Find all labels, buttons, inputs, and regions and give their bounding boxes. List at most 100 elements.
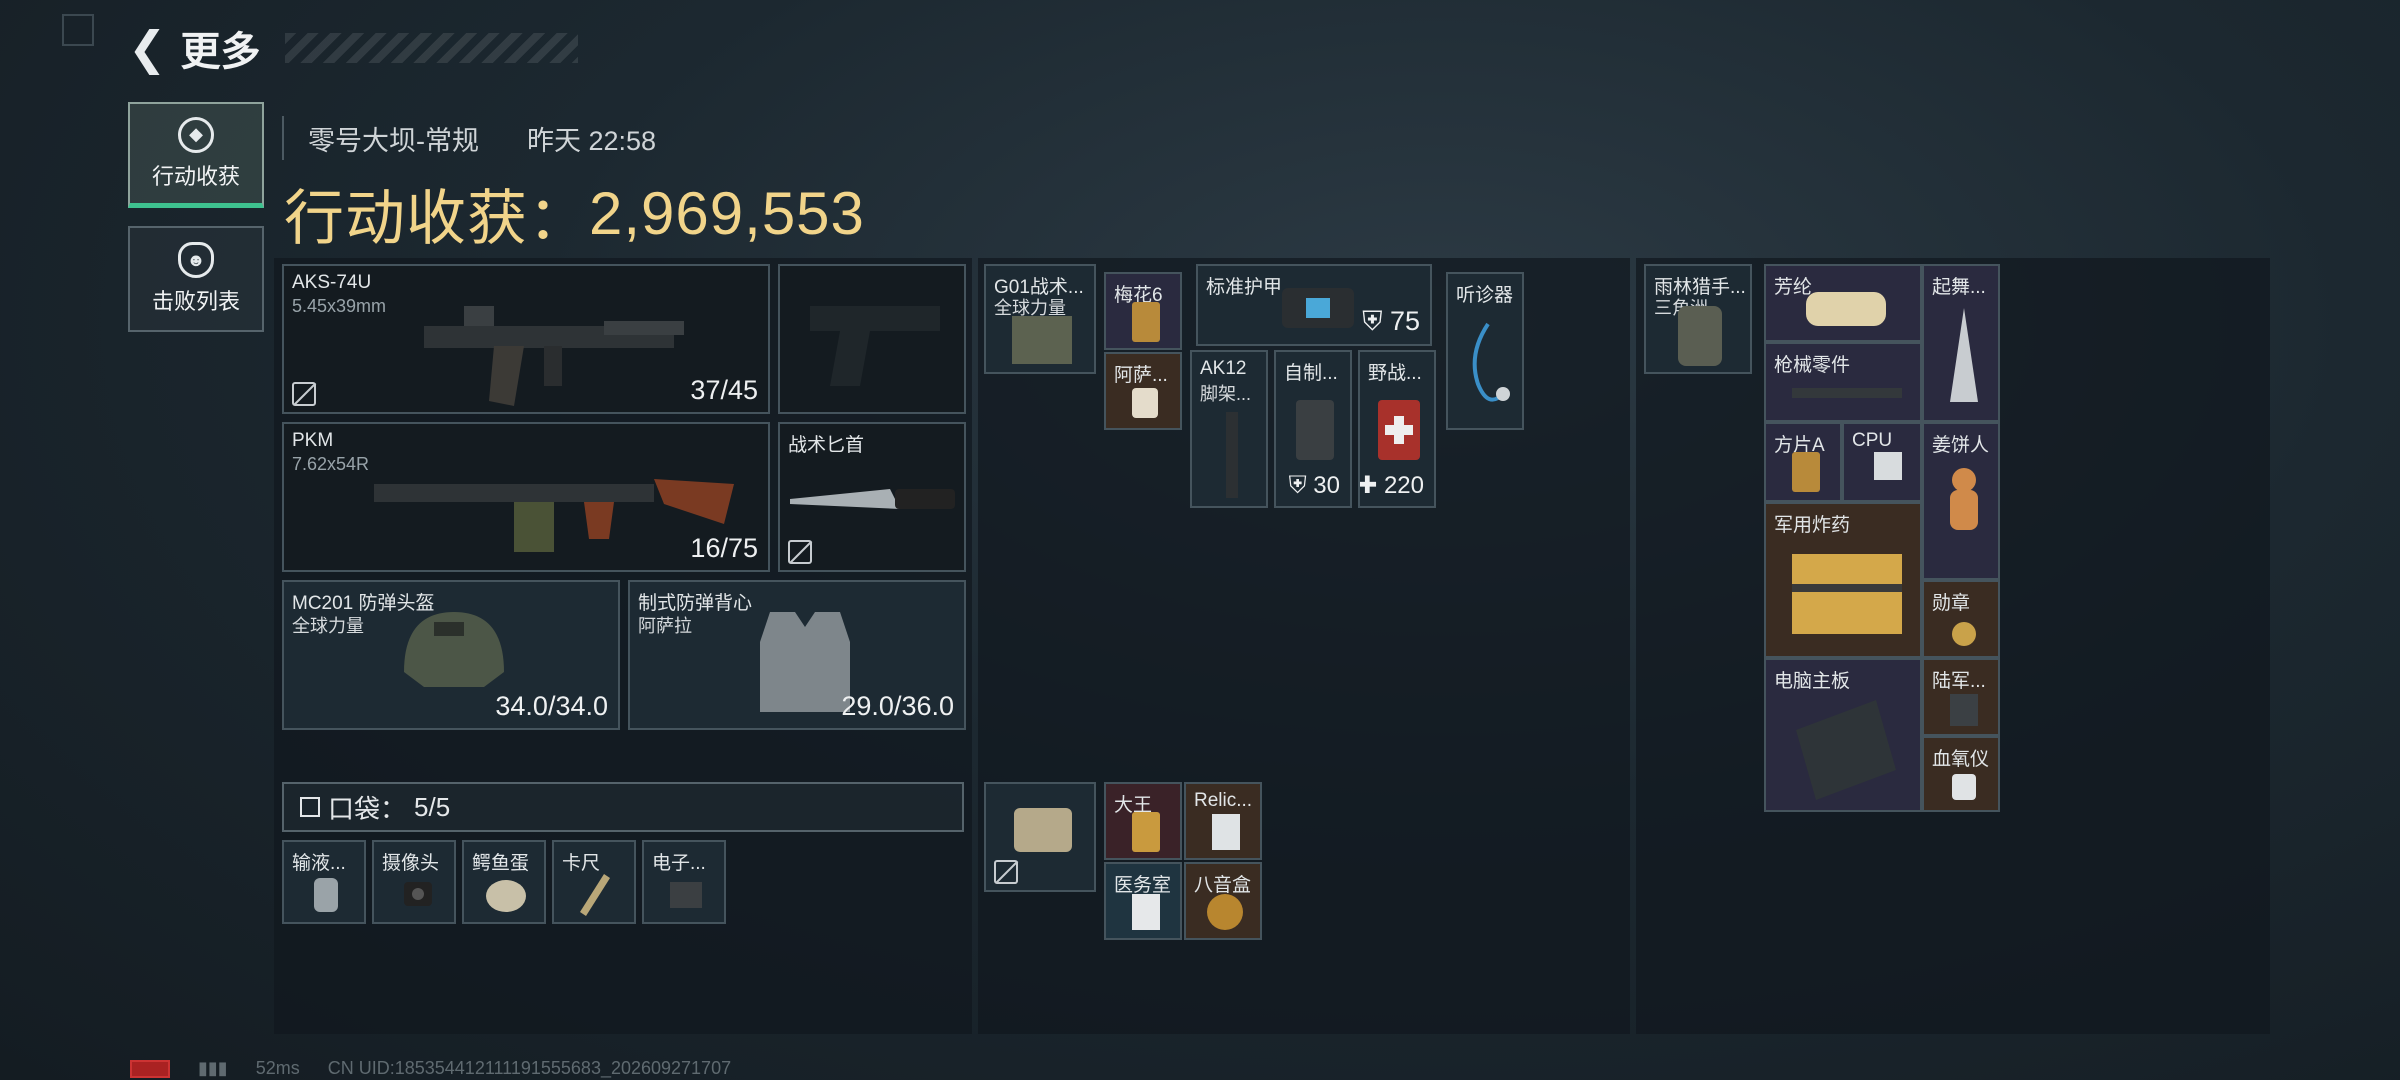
secondary-weapon-slot[interactable]: PKM 7.62x54R 16/75 xyxy=(282,422,770,572)
gun-parts-icon xyxy=(1792,388,1902,398)
tab-kill-list-label: 击败列表 xyxy=(151,289,240,314)
melee-slot[interactable]: 战术匕首 xyxy=(778,422,966,572)
header-hatch-decoration xyxy=(284,33,578,63)
map-name: 零号大坝-常规 xyxy=(308,125,479,156)
rig-item-tall[interactable]: 自制... ⛨ 30 xyxy=(1274,350,1352,508)
box-item[interactable]: 大王 xyxy=(1104,782,1182,860)
pistol-slot-empty[interactable] xyxy=(778,264,966,414)
tab-haul[interactable]: ◆ 行动收获 xyxy=(128,102,264,208)
weapon-name: AKS-74U xyxy=(292,272,372,293)
shield-icon: ⛨ xyxy=(1362,306,1383,336)
caliper-icon xyxy=(580,874,610,916)
backpack-item[interactable]: 血氧仪 xyxy=(1922,736,2000,812)
user-uid: CN UID:185354412111191555683_20260927170… xyxy=(327,1058,732,1078)
rig-item-name: 自制... xyxy=(1284,363,1338,384)
chest-rig-slot[interactable]: G01战术... 全球力量 xyxy=(984,264,1096,374)
helmet-brand: 全球力量 xyxy=(292,616,364,636)
backpack-slot[interactable]: 雨林猎手... 三角洲 xyxy=(1644,264,1752,374)
rig-item-name: 野战... xyxy=(1368,363,1422,384)
box-item[interactable]: Relic... xyxy=(1184,782,1262,860)
helmet-slot[interactable]: MC201 防弹头盔 全球力量 34.0/34.0 xyxy=(282,580,620,730)
tab-haul-label: 行动收获 xyxy=(151,163,240,189)
card-icon xyxy=(1132,302,1160,342)
pocket-item[interactable]: 卡尺 xyxy=(552,840,636,924)
haul-value: 2,969,553 xyxy=(589,180,865,247)
medkit-pouch-icon xyxy=(1296,400,1334,460)
rig-item-tall[interactable]: 听诊器 xyxy=(1446,272,1524,430)
rig-item-sub: 脚架... xyxy=(1200,384,1252,404)
king-card-icon xyxy=(1132,812,1160,852)
vest-durability: 29.0/36.0 xyxy=(841,691,954,721)
armor-plate-slot[interactable]: 标准护甲 ⛨ 75 xyxy=(1196,264,1432,346)
backpack-item-name: 姜饼人 xyxy=(1932,435,1990,456)
motherboard-icon xyxy=(1796,700,1896,800)
backpack-item[interactable]: 姜饼人 xyxy=(1922,422,2000,580)
ammo-count: 16/75 xyxy=(690,533,758,563)
pocket-item-name: 电子... xyxy=(652,853,706,874)
backpack-item[interactable]: 电脑主板 xyxy=(1764,658,1922,812)
pocket-item-name: 卡尺 xyxy=(562,853,601,874)
pocket-count: 5/5 xyxy=(414,791,451,822)
backpack-item[interactable]: 军用炸药 xyxy=(1764,502,1922,658)
back-arrow-icon: ❮ xyxy=(128,22,167,74)
signal-icon: ▮▮▮ xyxy=(198,1058,228,1078)
backpack-item[interactable]: 陆军... xyxy=(1922,658,2000,736)
first-aid-icon xyxy=(1378,400,1420,460)
rig-item-tall[interactable]: AK12 脚架... xyxy=(1190,350,1268,508)
ammo-type: 7.62x54R xyxy=(292,454,370,474)
keycard-icon xyxy=(1132,894,1160,930)
backpack-item[interactable]: 芳纶 xyxy=(1764,264,1922,342)
safe-box-slot[interactable] xyxy=(984,782,1096,892)
backpack-item[interactable]: 方片A xyxy=(1764,422,1842,502)
haul-total: 行动收获： 2,969,553 xyxy=(284,170,865,257)
no-insure-icon xyxy=(292,382,316,406)
rig-item-name: 听诊器 xyxy=(1456,285,1514,306)
status-bar: ▮▮▮ 52ms CN UID:185354412111191555683_20… xyxy=(130,1058,731,1079)
pocket-item[interactable]: 输液... xyxy=(282,840,366,924)
chest-rig-icon xyxy=(1012,316,1072,364)
music-box-icon xyxy=(1207,894,1243,930)
vest-name: 制式防弹背心 xyxy=(638,593,753,614)
no-insure-icon xyxy=(788,540,812,564)
rig-item[interactable]: 阿萨... xyxy=(1104,352,1182,430)
dancer-figurine-icon xyxy=(1950,308,1978,402)
shield-icon: ⛨ xyxy=(1288,472,1307,499)
chip-icon xyxy=(670,882,702,908)
armor-vest-slot[interactable]: 制式防弹背心 阿萨拉 29.0/36.0 xyxy=(628,580,966,730)
medal-icon xyxy=(1952,622,1976,646)
backpack-item-name: 起舞... xyxy=(1932,277,1986,298)
pocket-item[interactable]: 鳄鱼蛋 xyxy=(462,840,546,924)
pocket-item[interactable]: 电子... xyxy=(642,840,726,924)
diamond-card-icon xyxy=(1792,452,1820,492)
skull-icon: ☻ xyxy=(178,242,214,278)
rig-item-tall[interactable]: 野战... ✚ 220 xyxy=(1358,350,1436,508)
rig-item-name: AK12 xyxy=(1200,358,1247,379)
corner-marker xyxy=(62,14,94,46)
backpack-item[interactable]: CPU xyxy=(1842,422,1922,502)
knife-icon xyxy=(790,489,955,509)
backpack-item[interactable]: 勋章 xyxy=(1922,580,2000,658)
tab-kill-list[interactable]: ☻ 击败列表 xyxy=(128,226,264,332)
backpack-item[interactable]: 起舞... xyxy=(1922,264,2000,422)
foregrip-icon xyxy=(1226,412,1238,498)
backpack-item[interactable]: 枪械零件 xyxy=(1764,342,1922,422)
rig-item-value: 30 xyxy=(1313,472,1340,499)
no-insure-icon xyxy=(994,860,1018,884)
vest-brand: 阿萨拉 xyxy=(638,616,692,636)
rifle-icon xyxy=(424,306,684,406)
gingerbread-icon xyxy=(1950,468,1978,530)
ping: 52ms xyxy=(255,1058,300,1078)
primary-weapon-slot[interactable]: AKS-74U 5.45x39mm 37/45 xyxy=(282,264,770,414)
armor-value-text: 75 xyxy=(1389,306,1420,336)
rig-item[interactable]: 梅花6 xyxy=(1104,272,1182,350)
cpu-icon xyxy=(1874,452,1902,480)
box-item[interactable]: 医务室 xyxy=(1104,862,1182,940)
backpack-item-name: 电脑主板 xyxy=(1774,671,1851,692)
pocket-item[interactable]: 摄像头 xyxy=(372,840,456,924)
page-title: 更多 xyxy=(180,30,261,74)
rig-item-value: 220 xyxy=(1383,472,1424,499)
pocket-item-name: 摄像头 xyxy=(382,853,440,874)
box-item[interactable]: 八音盒 xyxy=(1184,862,1262,940)
back-button[interactable]: ❮ 更多 xyxy=(128,22,578,74)
ammo-count: 37/45 xyxy=(690,375,758,405)
